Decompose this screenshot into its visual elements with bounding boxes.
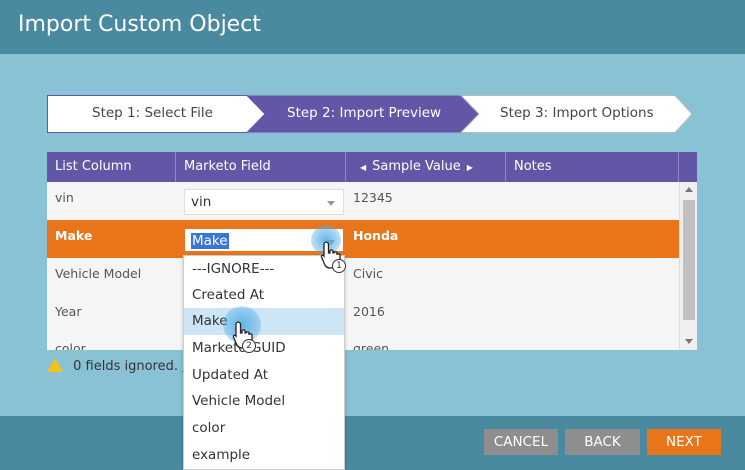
marketo-field-select[interactable]: vin [184, 189, 344, 215]
import-preview-grid: List Column Marketo Field ◀ Sample Value ▶… [47, 152, 697, 350]
dialog-title: Import Custom Object [18, 12, 261, 37]
table-row[interactable]: color green [47, 334, 679, 350]
ignored-fields-text: 0 fields ignored. [73, 359, 178, 374]
dropdown-option-hovered[interactable]: Make [184, 308, 344, 335]
dropdown-option[interactable]: Created At [184, 282, 344, 309]
select-value: Make [191, 233, 229, 249]
chevron-left-icon[interactable]: ◀ [360, 163, 366, 172]
table-row[interactable]: Year 2016 [47, 296, 679, 334]
step-2-import-preview[interactable]: Step 2: Import Preview [287, 105, 441, 121]
step-3-import-options[interactable]: Step 3: Import Options [500, 105, 654, 121]
dropdown-option[interactable]: Updated At [184, 362, 344, 389]
dropdown-option[interactable]: Marketo GUID [184, 335, 344, 362]
step-1-select-file[interactable]: Step 1: Select File [92, 105, 213, 121]
column-header-marketo-field[interactable]: Marketo Field [176, 152, 346, 182]
sample-value-header-label: Sample Value [372, 159, 461, 174]
back-button[interactable]: BACK [565, 429, 640, 455]
table-row[interactable]: vin vin 12345 [47, 182, 679, 220]
scroll-down-icon[interactable] [685, 339, 693, 344]
sample-value-cell: Civic [353, 266, 383, 281]
select-value: vin [191, 194, 212, 210]
table-row-selected[interactable]: Make Make Honda [47, 220, 679, 258]
scroll-thumb[interactable] [683, 200, 695, 320]
sample-value-cell: 12345 [353, 190, 393, 205]
step-wizard: Step 1: Select File Step 2: Import Previ… [47, 95, 692, 133]
dialog-header: Import Custom Object [0, 0, 745, 54]
column-header-notes[interactable]: Notes [506, 152, 679, 182]
table-row[interactable]: Vehicle Model Civic [47, 258, 679, 296]
grid-scrollbar[interactable] [679, 182, 697, 350]
column-header-sample-value[interactable]: ◀ Sample Value ▶ [346, 152, 506, 182]
dropdown-option[interactable]: example [184, 442, 344, 469]
sample-value-cell: Honda [353, 228, 399, 243]
sample-value-cell: green [353, 341, 390, 350]
list-column-cell: color [55, 341, 86, 350]
dropdown-option[interactable]: Vehicle Model [184, 388, 344, 415]
ignored-fields-status: 0 fields ignored. L [47, 358, 189, 374]
chevron-right-icon[interactable]: ▶ [467, 163, 473, 172]
marketo-field-dropdown-menu[interactable]: ---IGNORE--- Created At Make Marketo GUI… [183, 255, 345, 470]
grid-body: vin vin 12345 Make Make Honda Vehicle Mo… [47, 182, 679, 350]
cancel-button[interactable]: CANCEL [484, 429, 558, 455]
list-column-cell: vin [55, 190, 74, 205]
scroll-up-icon[interactable] [685, 187, 693, 192]
list-column-cell: Vehicle Model [55, 266, 142, 281]
caret-down-icon[interactable] [327, 201, 335, 206]
list-column-cell: Year [55, 304, 82, 319]
dropdown-option[interactable]: color [184, 415, 344, 442]
list-column-cell: Make [55, 228, 93, 243]
warning-icon [47, 358, 63, 372]
column-header-list-column[interactable]: List Column [47, 152, 176, 182]
callout-badge-2: 2 [242, 339, 256, 353]
grid-header: List Column Marketo Field ◀ Sample Value ▶… [47, 152, 697, 182]
sample-value-cell: 2016 [353, 304, 385, 319]
next-button[interactable]: NEXT [647, 429, 721, 455]
callout-badge-1: 1 [332, 259, 346, 273]
